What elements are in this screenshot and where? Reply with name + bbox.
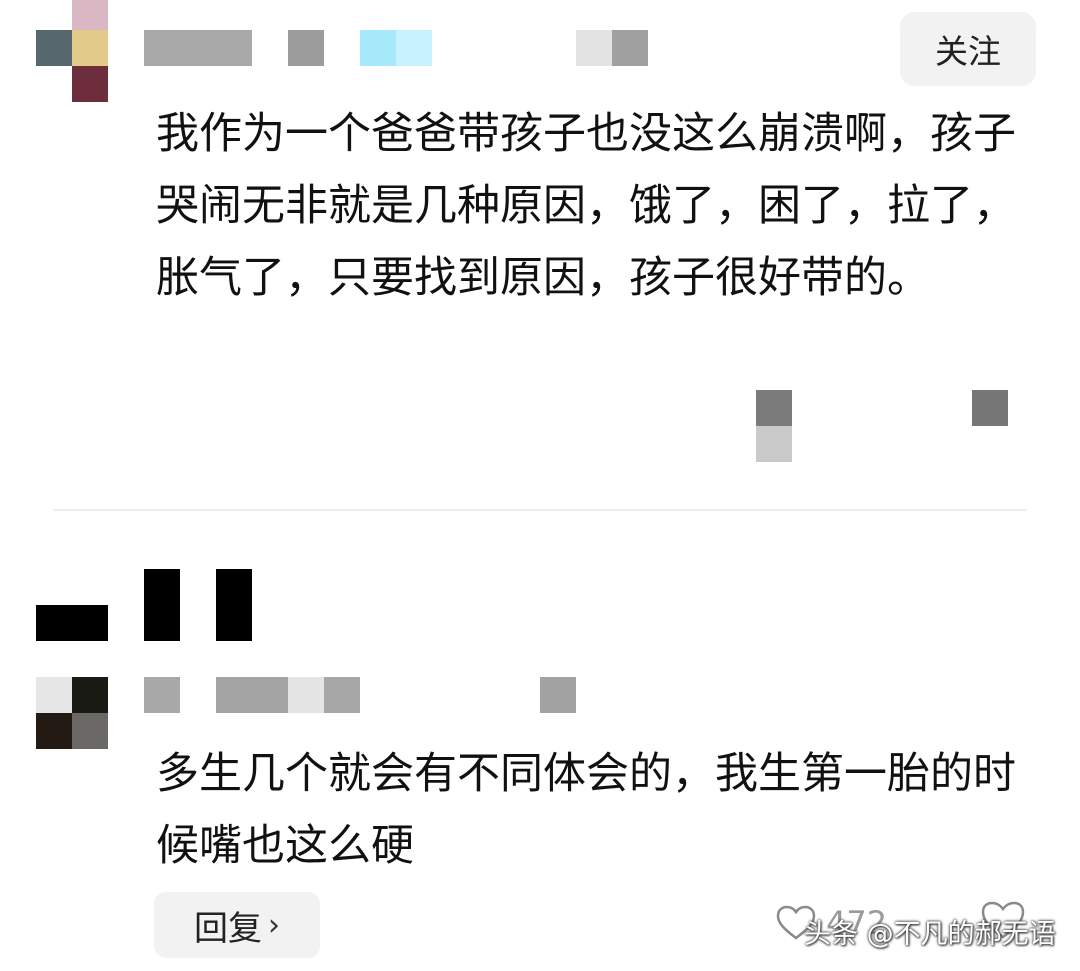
avatar[interactable] — [36, 677, 108, 749]
reply-button[interactable]: 回复 › — [154, 892, 320, 958]
action-mosaic[interactable] — [756, 390, 1008, 462]
username-mosaic[interactable] — [144, 677, 576, 713]
comment-divider — [54, 509, 1026, 511]
avatar[interactable] — [36, 0, 108, 102]
comment-2-text: 多生几个就会有不同体会的，我生第一胎的时候嘴也这么硬 — [156, 749, 1016, 871]
comment-1-text: 我作为一个爸爸带孩子也没这么崩溃啊，孩子哭闹无非就是几种原因，饿了，困了，拉了，… — [156, 109, 1016, 303]
censor-block — [144, 569, 180, 641]
censor-block — [216, 569, 252, 641]
reply-label: 回复 — [194, 908, 262, 949]
follow-button[interactable]: 关注 — [900, 12, 1036, 86]
watermark: 头条 @不凡的郝无语 — [804, 919, 1056, 950]
username-mosaic[interactable] — [144, 30, 654, 66]
chevron-right-icon: › — [268, 907, 280, 943]
censor-block — [36, 605, 108, 641]
